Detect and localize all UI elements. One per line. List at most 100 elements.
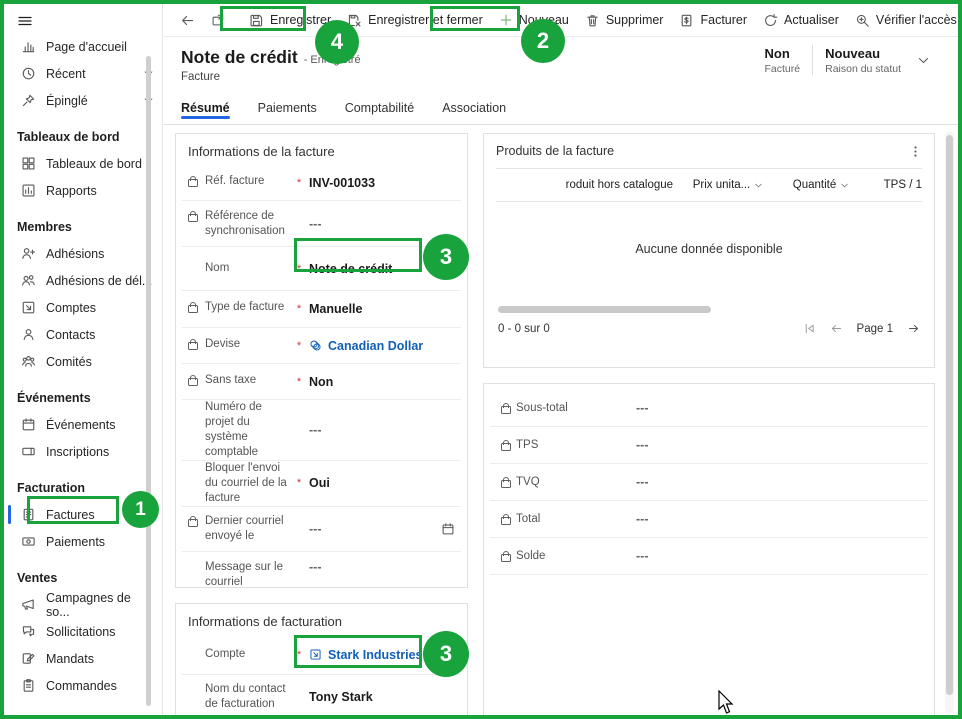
tab-paiements[interactable]: Paiements	[258, 92, 317, 124]
column-tps[interactable]: TPS / 1	[864, 179, 922, 191]
products-panel: Produits de la facture Produit hors cata…	[483, 133, 935, 368]
delete-label: Supprimer	[606, 13, 664, 27]
vertical-scrollbar[interactable]	[945, 131, 954, 713]
column-produit-hors-catalogue[interactable]: Produit hors catalogue	[566, 179, 678, 191]
sidebar-item-contacts[interactable]: Contacts	[4, 321, 162, 348]
reason-value: Nouveau	[825, 46, 901, 61]
field-value-bloquer-envoi[interactable]: Oui	[309, 476, 455, 490]
save-button[interactable]: Enregistrer	[241, 8, 339, 33]
total-value-sous-total: ---	[636, 401, 649, 415]
invoice-dollar-icon	[679, 13, 694, 28]
hamburger-menu-icon[interactable]	[4, 4, 162, 31]
sidebar-item-mandats[interactable]: Mandats	[4, 645, 162, 672]
currency-link[interactable]: Canadian Dollar	[309, 339, 423, 353]
products-footer: 0 - 0 sur 0 Page 1	[484, 322, 934, 335]
field-value-contact[interactable]: Tony Stark	[309, 690, 455, 704]
horizontal-scrollbar[interactable]	[498, 306, 711, 313]
sidebar-item-adhesions[interactable]: Adhésions	[4, 240, 162, 267]
billing-info-title: Informations de facturation	[176, 604, 467, 635]
sidebar-section-tableaux: Tableaux de bord	[4, 114, 162, 150]
tab-comptabilite[interactable]: Comptabilité	[345, 92, 414, 124]
field-value-message-courriel[interactable]: ---	[309, 560, 455, 574]
billing-info-panel: Informations de facturation Compte Stark…	[175, 603, 468, 719]
status-reason: Nouveau Raison du statut	[825, 46, 901, 75]
field-label: Message sur le courriel	[205, 560, 289, 590]
field-reference-sync: Référence de synchronisation ---	[182, 201, 461, 247]
tab-association[interactable]: Association	[442, 92, 506, 124]
field-contact-facturation: Nom du contact de facturation Tony Stark	[182, 675, 461, 719]
record-range-text: 0 - 0 sur 0	[498, 323, 550, 335]
field-label: Compte	[205, 647, 245, 662]
delete-button[interactable]: Supprimer	[577, 8, 672, 33]
sidebar-item-label: Contacts	[46, 328, 95, 342]
first-page-icon[interactable]	[803, 322, 816, 335]
reports-icon	[21, 183, 36, 198]
sidebar-item-comites[interactable]: Comités	[4, 348, 162, 375]
save-close-icon	[347, 13, 362, 28]
pen-document-icon	[21, 651, 36, 666]
command-bar: Enregistrer Enregistrer et fermer Nouvea…	[164, 4, 958, 37]
total-row-total: Total ---	[490, 501, 928, 538]
record-header: Note de crédit- Enregistré Facture Non F…	[164, 37, 958, 92]
next-page-icon[interactable]	[907, 322, 920, 335]
refresh-icon	[763, 13, 778, 28]
back-button[interactable]	[172, 8, 203, 33]
previous-page-icon[interactable]	[830, 322, 843, 335]
sidebar-item-epingle[interactable]: Épinglé	[4, 87, 162, 114]
tab-resume[interactable]: Résumé	[181, 92, 230, 124]
sidebar-item-adhesions-delegues[interactable]: Adhésions de dél...	[4, 267, 162, 294]
column-prix-unitaire[interactable]: Prix unita...	[678, 179, 778, 191]
field-devise: Devise Canadian Dollar	[182, 328, 461, 364]
refresh-button[interactable]: Actualiser	[755, 8, 847, 33]
popout-icon	[211, 13, 225, 27]
calendar-picker-icon[interactable]	[441, 522, 455, 536]
sidebar-item-rapports[interactable]: Rapports	[4, 177, 162, 204]
sidebar-item-comptes[interactable]: Comptes	[4, 294, 162, 321]
sidebar-item-commandes[interactable]: Commandes	[4, 672, 162, 699]
invoice-button[interactable]: Facturer	[671, 8, 755, 33]
person-icon	[21, 327, 36, 342]
sidebar-item-page-accueil[interactable]: Page d'accueil	[4, 33, 162, 60]
field-label: Référence de synchronisation	[205, 209, 289, 239]
invoice-info-title: Informations de la facture	[176, 134, 467, 165]
sidebar-item-inscriptions[interactable]: Inscriptions	[4, 438, 162, 465]
clock-icon	[21, 66, 36, 81]
pin-icon	[21, 93, 36, 108]
new-button[interactable]: Nouveau	[491, 8, 577, 32]
field-bloquer-envoi: Bloquer l'envoi du courriel de la factur…	[182, 461, 461, 507]
check-access-button[interactable]: Vérifier l'accès	[847, 8, 962, 33]
entity-type-label: Facture	[181, 71, 220, 83]
column-quantite[interactable]: Quantité	[778, 179, 864, 191]
sidebar-item-tableaux-de-bord[interactable]: Tableaux de bord	[4, 150, 162, 177]
total-row-tps: TPS ---	[490, 427, 928, 464]
sidebar-item-label: Paiements	[46, 535, 105, 549]
header-chevron-down-icon[interactable]	[917, 54, 930, 67]
lock-icon	[188, 305, 198, 313]
scrollbar-thumb[interactable]	[946, 135, 953, 695]
sidebar-item-factures[interactable]: Factures	[4, 501, 162, 528]
field-label: Type de facture	[205, 300, 284, 315]
column-label: Produit hors catalogue	[566, 179, 673, 191]
sidebar-item-label: Adhésions de dél...	[46, 274, 152, 288]
record-title-text: Note de crédit	[181, 47, 298, 67]
products-menu-icon[interactable]	[909, 145, 922, 158]
sidebar-item-sollicitations[interactable]: Sollicitations	[4, 618, 162, 645]
save-and-close-button[interactable]: Enregistrer et fermer	[339, 8, 491, 33]
sidebar-scrollbar[interactable]	[146, 56, 151, 706]
back-arrow-icon	[180, 13, 195, 28]
field-type-facture: Type de facture Manuelle	[182, 291, 461, 328]
sidebar-item-recent[interactable]: Récent	[4, 60, 162, 87]
total-row-tvq: TVQ ---	[490, 464, 928, 501]
sidebar-item-evenements[interactable]: Événements	[4, 411, 162, 438]
new-button-label: Nouveau	[519, 13, 569, 27]
magnifier-key-icon	[855, 13, 870, 28]
field-value-numero-projet[interactable]: ---	[309, 423, 455, 437]
popout-button[interactable]	[203, 8, 233, 32]
field-value-nom[interactable]: Note de crédit	[309, 262, 455, 276]
field-value-dernier-courriel: ---	[309, 522, 322, 536]
account-link[interactable]: Stark Industries	[309, 648, 422, 662]
refresh-label: Actualiser	[784, 13, 839, 27]
field-label: Nom du contact de facturation	[205, 682, 289, 712]
sidebar-item-campagnes[interactable]: Campagnes de so...	[4, 591, 162, 618]
sidebar-item-paiements[interactable]: Paiements	[4, 528, 162, 555]
